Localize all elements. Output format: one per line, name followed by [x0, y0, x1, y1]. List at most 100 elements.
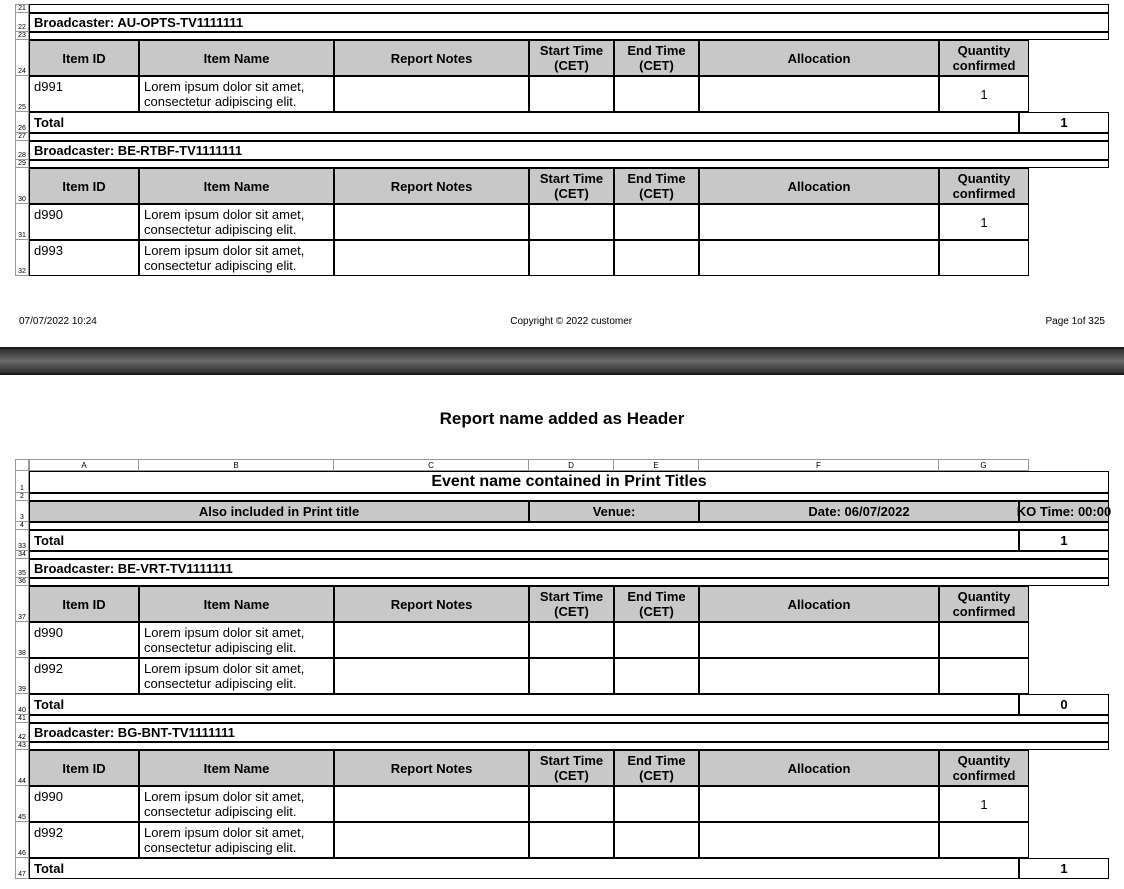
col-letter: C — [334, 459, 529, 471]
subheader-date: Date: 06/07/2022 — [699, 501, 1019, 522]
cell-end — [614, 622, 699, 658]
rownum: 3 — [15, 501, 29, 522]
rownum: 29 — [15, 160, 29, 168]
header-end-time: End Time (CET) — [614, 586, 699, 622]
table-row: 45 d990 Lorem ipsum dolor sit amet, cons… — [15, 786, 1109, 822]
row-2: 2 — [15, 493, 1109, 501]
rownum: 33 — [15, 530, 29, 551]
rownum: 37 — [15, 586, 29, 622]
table-row: 38 d990 Lorem ipsum dolor sit amet, cons… — [15, 622, 1109, 658]
empty-cell — [29, 32, 1109, 40]
broadcaster-label: Broadcaster: BE-RTBF-TV1111111 — [29, 141, 1109, 160]
header-allocation: Allocation — [699, 750, 939, 786]
header-item-id: Item ID — [29, 168, 139, 204]
header-start-time: Start Time (CET) — [529, 586, 614, 622]
total-qty: 1 — [1019, 112, 1109, 133]
cell-start — [529, 786, 614, 822]
row-27: 27 — [15, 133, 1109, 141]
rownum: 24 — [15, 40, 29, 76]
cell-item-name: Lorem ipsum dolor sit amet, consectetur … — [139, 204, 334, 240]
rownum: 45 — [15, 786, 29, 822]
header-start-time: Start Time (CET) — [529, 750, 614, 786]
header-end-time: End Time (CET) — [614, 750, 699, 786]
rownum: 47 — [15, 858, 29, 879]
cell-report-notes — [334, 822, 529, 858]
total-qty: 1 — [1019, 858, 1109, 879]
cell-alloc — [699, 658, 939, 694]
table-header-row: 44 Item ID Item Name Report Notes Start … — [15, 750, 1109, 786]
rownum: 34 — [15, 551, 29, 559]
cell-end — [614, 658, 699, 694]
total-label: Total — [29, 530, 1019, 551]
report-header: Report name added as Header — [15, 409, 1109, 429]
cell-start — [529, 76, 614, 112]
cell-report-notes — [334, 240, 529, 276]
cell-item-id: d990 — [29, 204, 139, 240]
cell-alloc — [699, 204, 939, 240]
table-row: 32 d993 Lorem ipsum dolor sit amet, cons… — [15, 240, 1109, 276]
table-row: 25 d991 Lorem ipsum dolor sit amet, cons… — [15, 76, 1109, 112]
table-header-row: 37 Item ID Item Name Report Notes Start … — [15, 586, 1109, 622]
header-start-time: Start Time (CET) — [529, 40, 614, 76]
cell-item-id: d991 — [29, 76, 139, 112]
empty-cell — [29, 160, 1109, 168]
row-broadcaster-label-2: 28 Broadcaster: BE-RTBF-TV1111111 — [15, 141, 1109, 160]
cell-qty — [939, 622, 1029, 658]
spreadsheet-area-1: 21 22 Broadcaster: AU-OPTS-TV1111111 23 … — [15, 4, 1109, 276]
empty-cell — [29, 742, 1109, 750]
header-end-time: End Time (CET) — [614, 168, 699, 204]
header-item-name: Item Name — [139, 168, 334, 204]
rownum: 39 — [15, 658, 29, 694]
col-letter: B — [139, 459, 334, 471]
rownum: 28 — [15, 141, 29, 160]
header-item-name: Item Name — [139, 40, 334, 76]
cell-alloc — [699, 240, 939, 276]
footer-page-number: Page 1of 325 — [1045, 316, 1105, 327]
row-29: 29 — [15, 160, 1109, 168]
subheader-venue: Venue: — [529, 501, 699, 522]
total-qty: 0 — [1019, 694, 1109, 715]
cell-item-id: d992 — [29, 658, 139, 694]
cell-qty: 1 — [939, 204, 1029, 240]
rownum: 46 — [15, 822, 29, 858]
header-qty: Quantity confirmed — [939, 168, 1029, 204]
spreadsheet-area-2: A B C D E F G 1 Event name contained in … — [15, 459, 1109, 879]
rownum: 30 — [15, 168, 29, 204]
cell-item-name: Lorem ipsum dolor sit amet, consectetur … — [139, 76, 334, 112]
cell-qty — [939, 240, 1029, 276]
subheader-ko: KO Time: 00:00 — [1019, 501, 1109, 522]
empty-cell — [29, 578, 1109, 586]
header-allocation: Allocation — [699, 586, 939, 622]
rownum: 4 — [15, 522, 29, 530]
cell-start — [529, 658, 614, 694]
header-item-id: Item ID — [29, 586, 139, 622]
table-header-row: 24 Item ID Item Name Report Notes Start … — [15, 40, 1109, 76]
cell-qty — [939, 822, 1029, 858]
rownum: 21 — [15, 4, 29, 13]
rownum: 2 — [15, 493, 29, 501]
row-23: 23 — [15, 32, 1109, 40]
header-qty: Quantity confirmed — [939, 750, 1029, 786]
row-36: 36 — [15, 578, 1109, 586]
page-2: Report name added as Header A B C D E F … — [0, 375, 1124, 889]
cell-item-name: Lorem ipsum dolor sit amet, consectetur … — [139, 240, 334, 276]
cell-end — [614, 204, 699, 240]
header-start-time: Start Time (CET) — [529, 168, 614, 204]
row-34: 34 — [15, 551, 1109, 559]
cell-item-id: d990 — [29, 786, 139, 822]
col-letter: E — [614, 459, 699, 471]
row-broadcaster-label: 35 Broadcaster: BE-VRT-TV1111111 — [15, 559, 1109, 578]
total-label: Total — [29, 858, 1019, 879]
header-report-notes: Report Notes — [334, 750, 529, 786]
rownum: 26 — [15, 112, 29, 133]
cell-end — [614, 76, 699, 112]
rownum: 32 — [15, 240, 29, 276]
row-broadcaster-label-1: 22 Broadcaster: AU-OPTS-TV1111111 — [15, 13, 1109, 32]
cell-report-notes — [334, 204, 529, 240]
cell-report-notes — [334, 658, 529, 694]
empty-cell — [29, 522, 1109, 530]
cell-qty: 1 — [939, 786, 1029, 822]
cell-item-id: d992 — [29, 822, 139, 858]
col-letter: D — [529, 459, 614, 471]
cell-item-name: Lorem ipsum dolor sit amet, consectetur … — [139, 658, 334, 694]
